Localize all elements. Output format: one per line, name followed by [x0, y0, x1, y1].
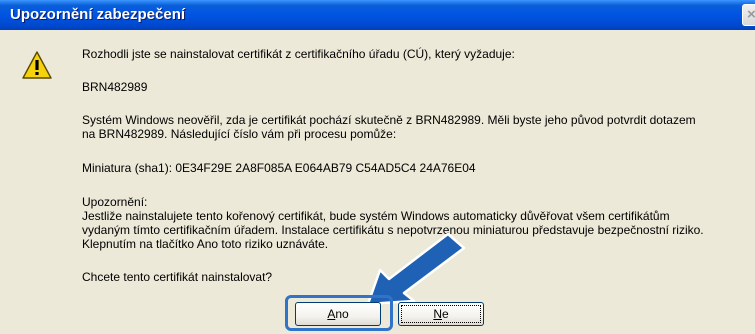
yes-button[interactable]: Ano — [295, 302, 381, 326]
security-warning-dialog: Upozornění zabezpečení × Rozhodli jste s… — [0, 0, 755, 334]
close-icon: × — [747, 6, 755, 23]
title-bar[interactable]: Upozornění zabezpečení × — [0, 0, 755, 30]
thumbprint-text: Miniatura (sha1): 0E34F29E 2A8F085A E064… — [82, 161, 476, 175]
warning-triangle-icon — [22, 51, 52, 79]
close-button[interactable]: × — [742, 4, 755, 26]
warning-text-line1: Jestliže nainstalujete tento kořenový ce… — [82, 209, 670, 223]
arrow-shape — [366, 232, 466, 306]
verify-text-line2: na BRN482989. Následující číslo vám při … — [82, 127, 397, 141]
warning-text-line3: Klepnutím na tlačítko Ano toto riziko uz… — [82, 237, 329, 251]
window-title: Upozornění zabezpečení — [10, 6, 186, 23]
issuer-name: BRN482989 — [82, 80, 148, 94]
intro-text: Rozhodli jste se nainstalovat certifikát… — [82, 47, 515, 61]
verify-text-line1: Systém Windows neověřil, zda je certifik… — [82, 113, 696, 127]
warning-heading: Upozornění: — [82, 195, 148, 209]
install-question: Chcete tento certifikát nainstalovat? — [82, 270, 273, 284]
no-button[interactable]: Ne — [398, 302, 484, 326]
